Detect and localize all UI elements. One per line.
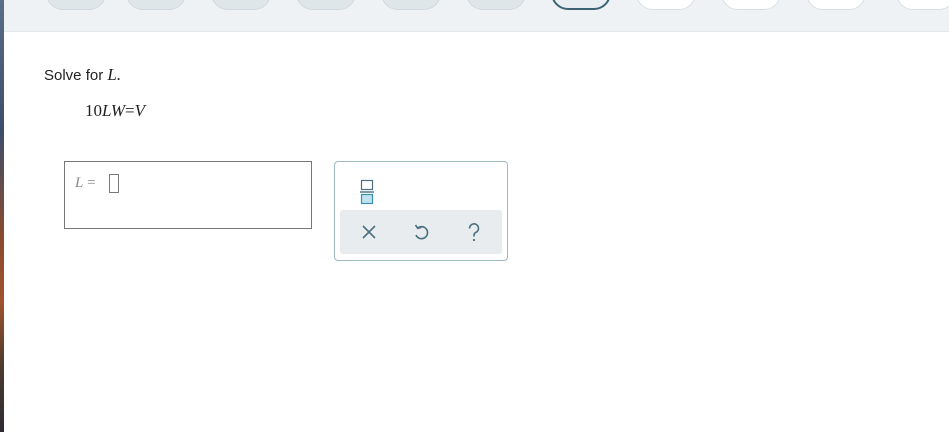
fraction-template-icon <box>360 179 374 205</box>
undo-icon <box>414 224 429 240</box>
question-nav-button[interactable] <box>296 0 356 10</box>
question-nav-button[interactable] <box>721 0 781 10</box>
close-icon <box>362 225 376 239</box>
help-button[interactable] <box>462 220 486 244</box>
question-nav-button[interactable] <box>636 0 696 10</box>
question-nav-button[interactable] <box>381 0 441 10</box>
equation-coefficient: 10 <box>85 101 102 120</box>
help-icon <box>468 223 480 242</box>
instruction-period: . <box>116 65 122 84</box>
question-navigation-bar <box>4 0 949 32</box>
question-nav-button[interactable] <box>211 0 271 10</box>
target-variable: L <box>107 65 117 84</box>
fraction-button[interactable] <box>358 175 376 205</box>
current-question-nav-button[interactable] <box>551 0 611 10</box>
question-nav-button[interactable] <box>466 0 526 10</box>
answer-variable: L <box>75 175 84 191</box>
question-nav-button[interactable] <box>46 0 106 10</box>
equation-rhs: V <box>134 101 145 120</box>
equation-equals: = <box>125 101 135 120</box>
tool-action-row <box>340 210 502 254</box>
answer-label: L = <box>75 175 96 192</box>
question-nav-button[interactable] <box>896 0 949 10</box>
math-tool-palette <box>334 161 508 261</box>
answer-input-slot[interactable] <box>109 174 119 193</box>
undo-button[interactable] <box>409 220 433 244</box>
problem-instruction: Solve for L. <box>44 65 121 85</box>
instruction-text: Solve for <box>44 67 104 84</box>
answer-equals: = <box>87 175 96 191</box>
equation-lhs-variables: LW <box>102 101 125 120</box>
clear-button[interactable] <box>357 220 381 244</box>
problem-equation: 10LW=V <box>85 101 145 121</box>
question-nav-button[interactable] <box>806 0 866 10</box>
answer-input-box[interactable]: L = <box>64 161 312 229</box>
assignment-page: Solve for L. 10LW=V L = <box>4 0 949 432</box>
question-nav-button[interactable] <box>126 0 186 10</box>
